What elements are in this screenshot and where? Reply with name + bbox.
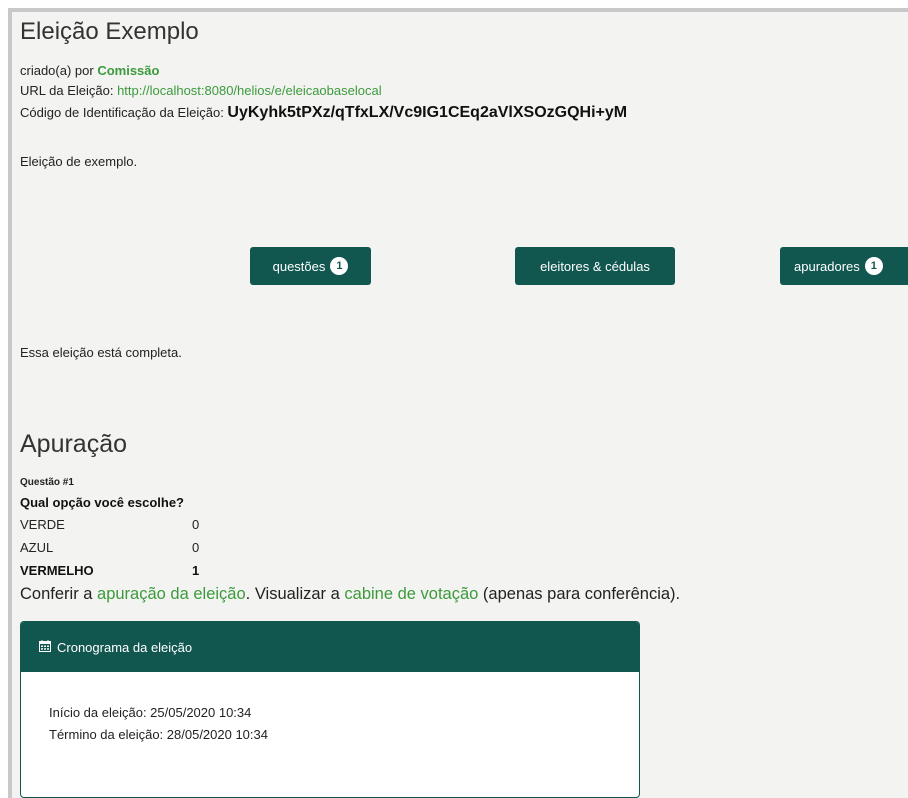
trustees-button-label: apuradores [794, 258, 860, 274]
results-heading: Apuração [20, 430, 128, 458]
voting-booth-link[interactable]: cabine de votação [344, 585, 478, 603]
answer-label: VERDE [20, 517, 65, 532]
calendar-icon [39, 639, 51, 655]
trustees-count-badge: 1 [864, 257, 883, 275]
voters-ballots-button-label: eleitores & cédulas [540, 258, 650, 274]
answer-label: AZUL [20, 540, 54, 555]
verify-text-1: Conferir a [20, 585, 98, 603]
question-number: Questão #1 [20, 477, 74, 488]
election-url: URL da Eleição: http://localhost:8080/he… [20, 83, 382, 98]
election-description: Eleição de exemplo. [20, 154, 138, 169]
tally-link[interactable]: apuração da eleição [97, 585, 246, 603]
election-title: Eleição Exemplo [20, 18, 199, 45]
voters-ballots-button[interactable]: eleitores & cédulas [515, 247, 675, 285]
schedule-card-header: Cronograma da eleição [21, 622, 639, 672]
schedule-card: Cronograma da eleição Início da eleição:… [20, 621, 640, 798]
election-start: Início da eleição: 25/05/2020 10:34 [49, 705, 252, 720]
questions-button-label: questões [272, 258, 326, 274]
verify-text-2: . Visualizar a [245, 585, 345, 603]
election-code: Código de Identificação da Eleição: UyKy… [20, 104, 627, 122]
questions-count-badge: 1 [330, 257, 349, 275]
election-url-label: URL da Eleição: [20, 83, 118, 98]
creator-link[interactable]: Comissão [97, 63, 159, 78]
election-url-link[interactable]: http://localhost:8080/helios/e/eleicaoba… [117, 83, 382, 98]
answer-label: VERMELHO [20, 563, 94, 578]
answer-count: 1 [192, 563, 200, 578]
answer-row: VERDE 0 [20, 517, 220, 532]
election-code-value: UyKyhk5tPXz/qTfxLX/Vc9IG1CEq2aVlXSOzGQHi… [227, 104, 628, 121]
answer-row: AZUL 0 [20, 540, 220, 555]
election-status: Essa eleição está completa. [20, 345, 182, 360]
created-by: criado(a) por Comissão [20, 63, 159, 78]
election-page: Eleição Exemplo criado(a) por Comissão U… [12, 12, 908, 798]
answer-count: 0 [192, 540, 200, 555]
verify-text-3: (apenas para conferência). [478, 585, 681, 603]
trustees-button[interactable]: apuradores 1 [780, 247, 908, 285]
answer-row-winner: VERMELHO 1 [20, 563, 220, 578]
question-text: Qual opção você escolhe? [20, 495, 184, 510]
verify-links: Conferir a apuração da eleição. Visualiz… [20, 585, 680, 604]
answer-count: 0 [192, 517, 200, 532]
election-code-label: Código de Identificação da Eleição: [20, 105, 228, 120]
election-end: Término da eleição: 28/05/2020 10:34 [49, 727, 268, 742]
created-by-label: criado(a) por [20, 63, 98, 78]
schedule-card-title: Cronograma da eleição [57, 639, 193, 655]
questions-button[interactable]: questões 1 [250, 247, 371, 285]
